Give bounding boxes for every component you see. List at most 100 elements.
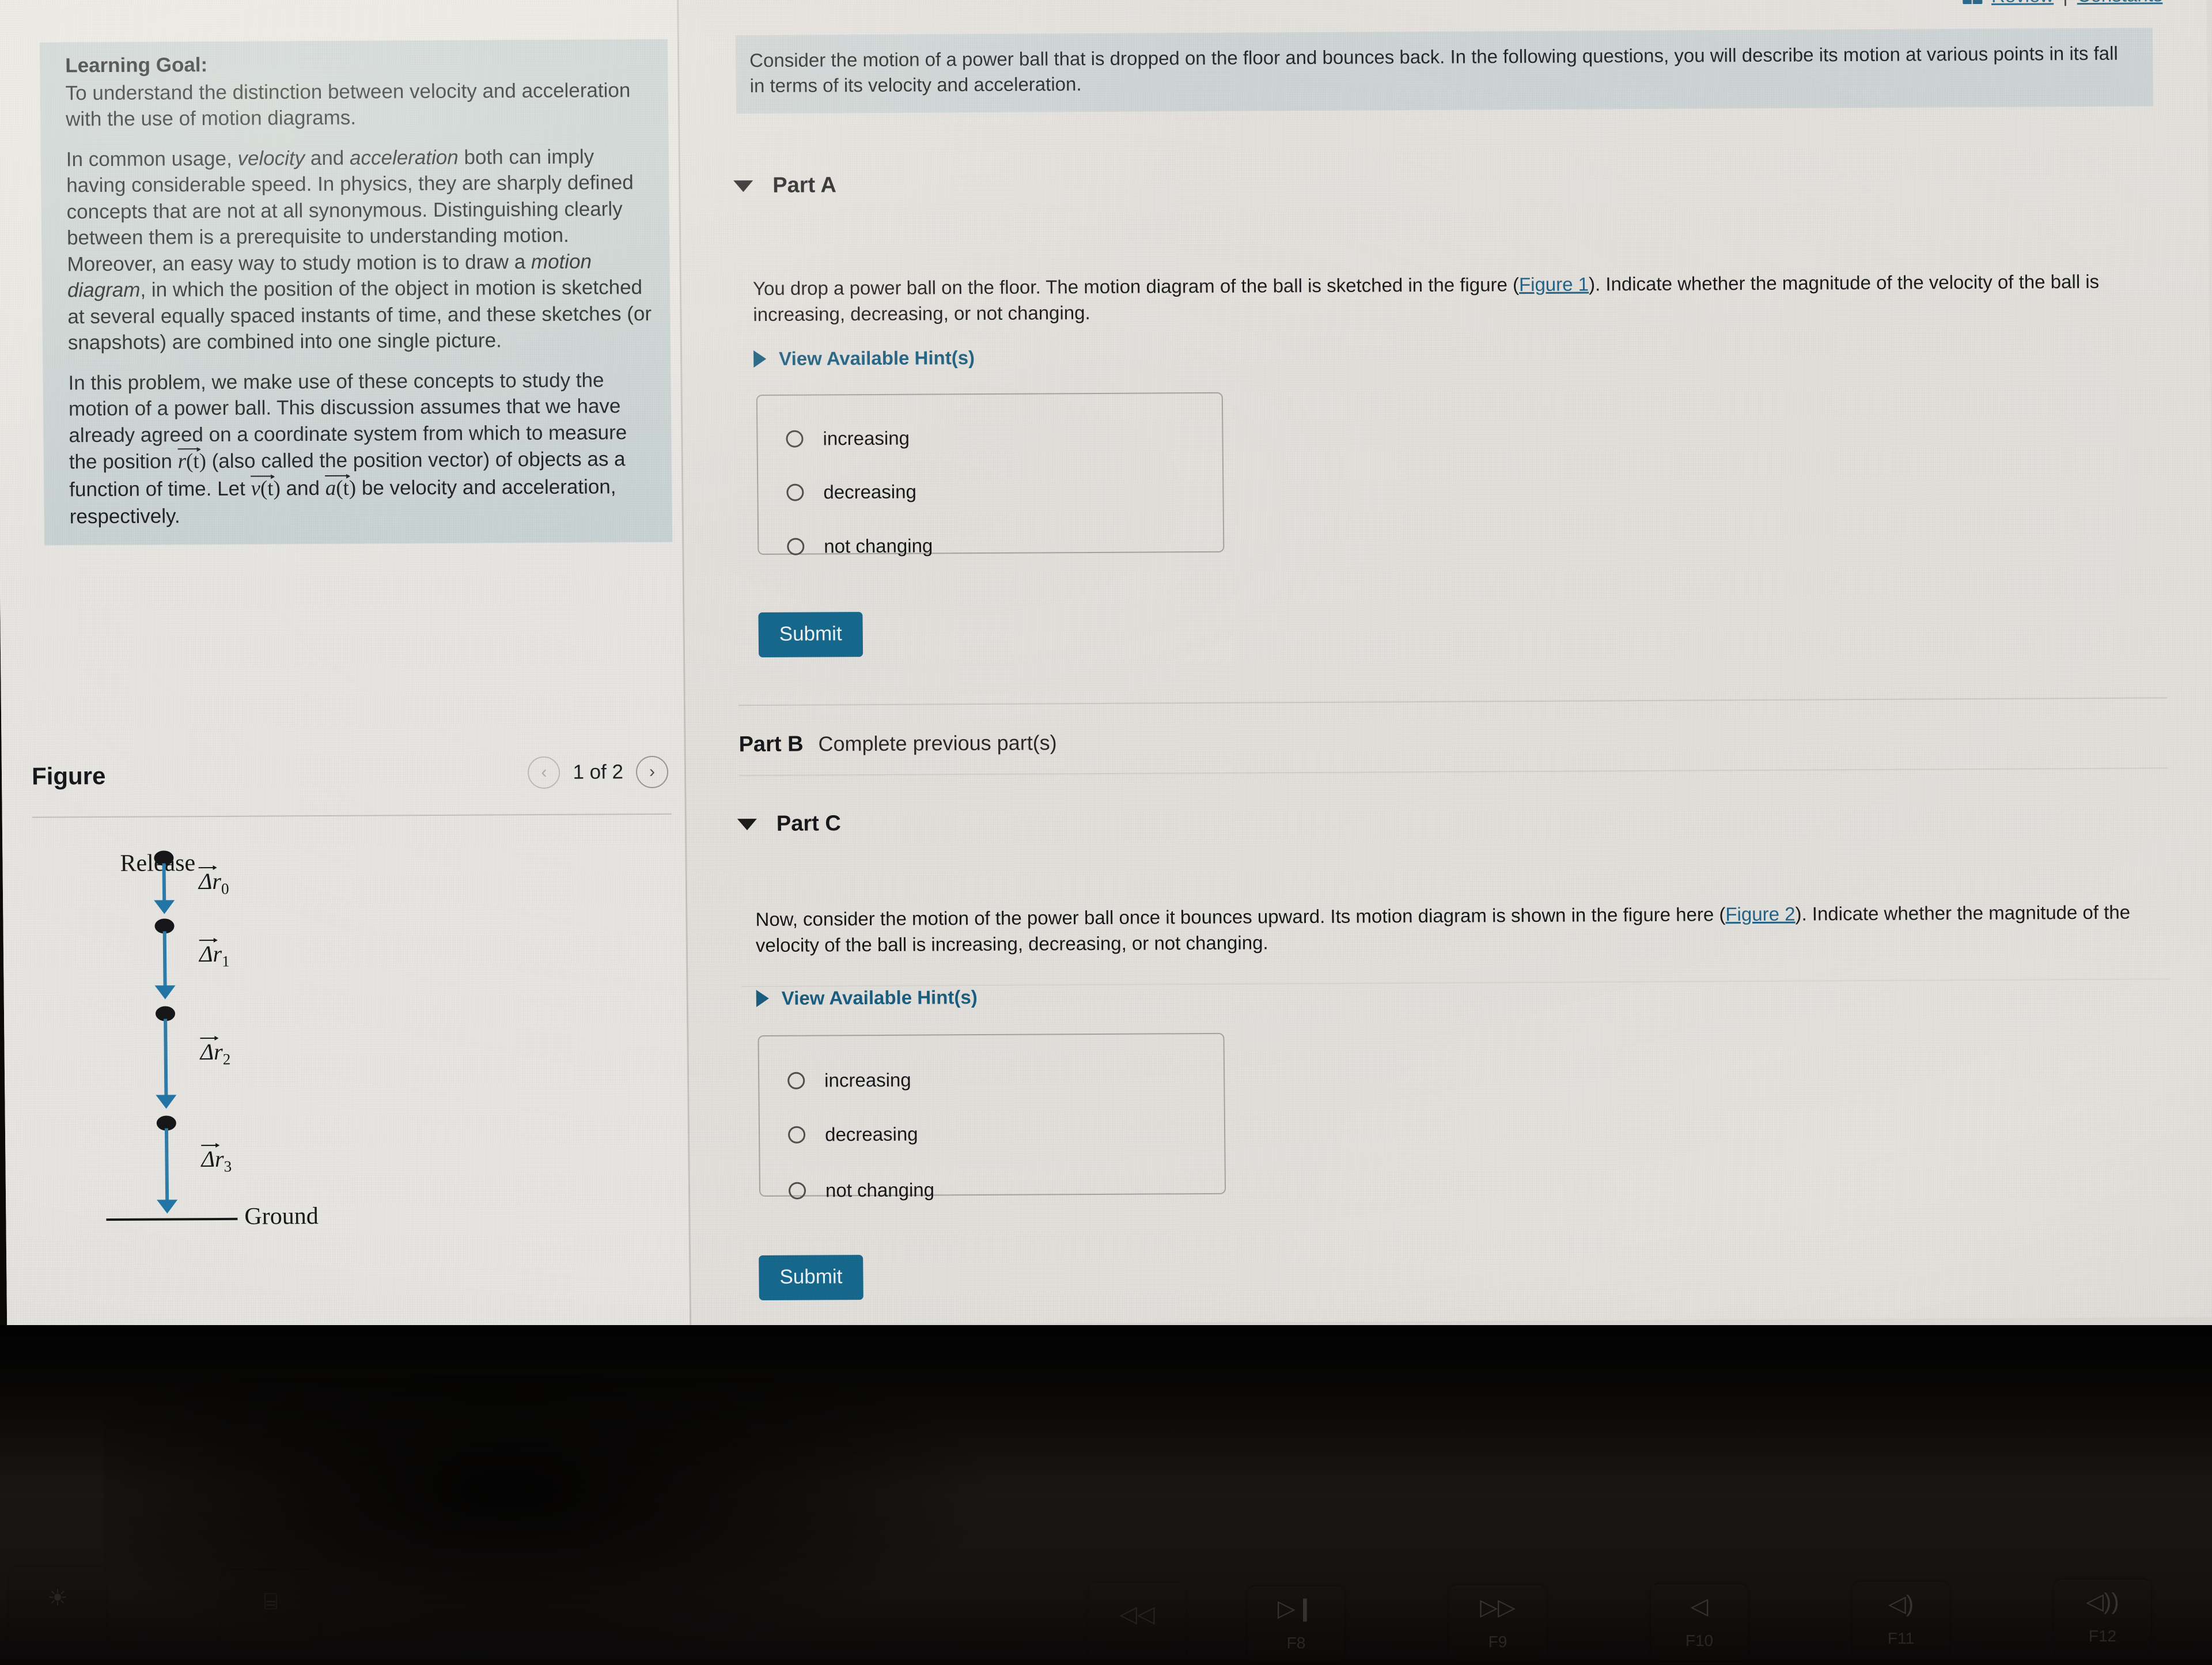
part-c-answer-box: increasing decreasing not changing (757, 1032, 1226, 1201)
part-c-option-not-changing[interactable]: not changing (788, 1179, 935, 1201)
displacement-segment-1 (162, 931, 167, 990)
part-a-divider (738, 697, 2167, 706)
brightness-icon: ☀ (47, 1585, 68, 1611)
p2-part-d: , in which the position of the object in… (67, 276, 652, 354)
p2-italic-acceleration: acceleration (349, 146, 459, 169)
part-a-hint-label: View Available Hint(s) (778, 347, 975, 369)
laptop-screen: Learning Goal: To understand the distinc… (0, 0, 2212, 1337)
arrow-head-0 (154, 900, 175, 914)
learning-goal-title: Learning Goal: (65, 54, 208, 77)
part-a-option-not-changing[interactable]: not changing (787, 535, 933, 557)
part-a-hints-toggle[interactable]: View Available Hint(s) (753, 347, 975, 370)
radio-increasing[interactable] (787, 1072, 805, 1089)
part-b-label: Part B (738, 732, 804, 757)
math-v-arg: (t) (260, 476, 281, 501)
mission-control-icon: ⌸ (264, 1589, 278, 1614)
key-f10-label: F10 (1685, 1632, 1714, 1649)
key-f12[interactable]: ◁)) F12 (2054, 1580, 2151, 1656)
problem-intro-banner: Consider the motion of a power ball that… (735, 28, 2154, 114)
caret-right-icon[interactable] (753, 350, 767, 368)
radio-decreasing[interactable] (786, 483, 804, 501)
top-toolbar: Review | Constants (1962, 0, 2163, 7)
chevron-left-icon[interactable]: ‹ (528, 756, 560, 789)
caret-right-icon[interactable] (756, 989, 769, 1008)
part-a-label: Part A (772, 173, 837, 198)
key-f8-label: F8 (1286, 1634, 1306, 1652)
radio-decreasing[interactable] (787, 1126, 806, 1144)
key-f10[interactable]: ◁ F10 (1651, 1584, 1748, 1660)
figure-2-link[interactable]: Figure 2 (1725, 903, 1795, 925)
p2-part-a: In common usage, (66, 147, 238, 171)
part-c-submit-button[interactable]: Submit (759, 1255, 863, 1301)
math-position-vector: r(t) (177, 448, 207, 474)
part-c-question-text-a: Now, consider the motion of the power ba… (755, 903, 1726, 930)
displacement-segment-2 (164, 1019, 168, 1101)
part-c-question: Now, consider the motion of the power ba… (755, 900, 2138, 959)
constants-link[interactable]: Constants (2077, 0, 2162, 6)
math-a-symbol: a (325, 476, 336, 501)
radio-not-changing[interactable] (788, 1182, 806, 1199)
book-icon (1962, 0, 1982, 5)
displacement-segment-0 (162, 863, 166, 906)
part-a-question-text-a: You drop a power ball on the floor. The … (752, 274, 1520, 300)
key-f11-label: F11 (1887, 1629, 1915, 1647)
sidebar-paragraph-2: In common usage, velocity and accelerati… (66, 143, 653, 356)
math-v-symbol: v (251, 476, 261, 501)
part-c-option-decreasing[interactable]: decreasing (787, 1123, 918, 1146)
radio-increasing[interactable] (786, 430, 804, 448)
vector-label-3: Δr3 (201, 1144, 232, 1176)
caret-down-icon[interactable] (737, 818, 757, 830)
motion-diagram-figure-1: Release Δr0 (32, 835, 676, 1254)
figure-counter: 1 of 2 (573, 760, 624, 784)
caret-down-icon[interactable] (733, 180, 753, 192)
chevron-right-icon[interactable]: › (635, 755, 669, 789)
part-a-option-increasing[interactable]: increasing (786, 427, 910, 450)
part-a-option-label-0: increasing (823, 427, 910, 449)
part-b-header[interactable]: Part B Complete previous part(s) (738, 731, 1057, 757)
part-a-answer-box: increasing decreasing not changing (756, 392, 1225, 557)
part-c-option-increasing[interactable]: increasing (787, 1069, 911, 1092)
part-c-hint-label: View Available Hint(s) (781, 986, 978, 1009)
key-f8[interactable]: ▷❙ F8 (1248, 1587, 1344, 1663)
vector-label-0: Δr0 (198, 866, 229, 898)
learning-goal-box: Learning Goal: To understand the distinc… (39, 39, 673, 546)
key-mission-control[interactable]: ⌸ (222, 1571, 319, 1647)
arrow-head-1 (154, 985, 176, 1000)
figure-1-link[interactable]: Figure 1 (1519, 274, 1589, 296)
part-a-submit-button[interactable]: Submit (758, 612, 863, 658)
toolbar-separator: | (2063, 0, 2068, 6)
browser-page: Learning Goal: To understand the distinc… (0, 0, 2212, 1337)
part-c-option-label-2: not changing (825, 1179, 935, 1201)
laptop-photo: Learning Goal: To understand the distinc… (0, 0, 2212, 1665)
p2-part-b: and (304, 146, 350, 169)
part-c-header[interactable]: Part C (737, 811, 841, 837)
volume-up-icon: ◁)) (2086, 1589, 2119, 1614)
p2-italic-velocity: velocity (237, 146, 305, 170)
part-a-option-label-2: not changing (824, 535, 933, 557)
math-a-arg: (t) (336, 476, 357, 500)
key-rewind[interactable]: ◁◁ (1089, 1583, 1185, 1659)
radio-not-changing[interactable] (787, 538, 805, 555)
sidebar-paragraph-3: In this problem, we make use of these co… (68, 367, 655, 530)
figure-divider (32, 813, 672, 818)
part-c-hints-toggle[interactable]: View Available Hint(s) (756, 986, 978, 1009)
math-r-arg: (t) (185, 449, 207, 474)
arrow-head-2 (156, 1095, 177, 1109)
review-link[interactable]: Review (1991, 0, 2054, 7)
math-acceleration-vector: a(t) (325, 475, 357, 501)
key-f9[interactable]: ▷▷ F9 (1449, 1585, 1546, 1662)
part-b-divider (739, 767, 2168, 777)
key-f11[interactable]: ◁) F11 (1853, 1582, 1949, 1658)
part-a-option-label-1: decreasing (823, 480, 917, 503)
part-a-option-decreasing[interactable]: decreasing (786, 481, 916, 504)
key-brightness[interactable]: ☀ (9, 1567, 106, 1643)
part-b-status: Complete previous part(s) (818, 731, 1057, 756)
mute-icon: ◁ (1690, 1594, 1709, 1619)
part-a-header[interactable]: Part A (733, 173, 836, 198)
vector-label-1: Δr1 (199, 939, 230, 971)
ground-label: Ground (244, 1203, 319, 1230)
part-a-question: You drop a power ball on the floor. The … (753, 269, 2136, 328)
math-velocity-vector: v(t) (251, 475, 281, 501)
displacement-segment-3 (164, 1128, 169, 1205)
part-c-inner-divider (741, 978, 2170, 987)
